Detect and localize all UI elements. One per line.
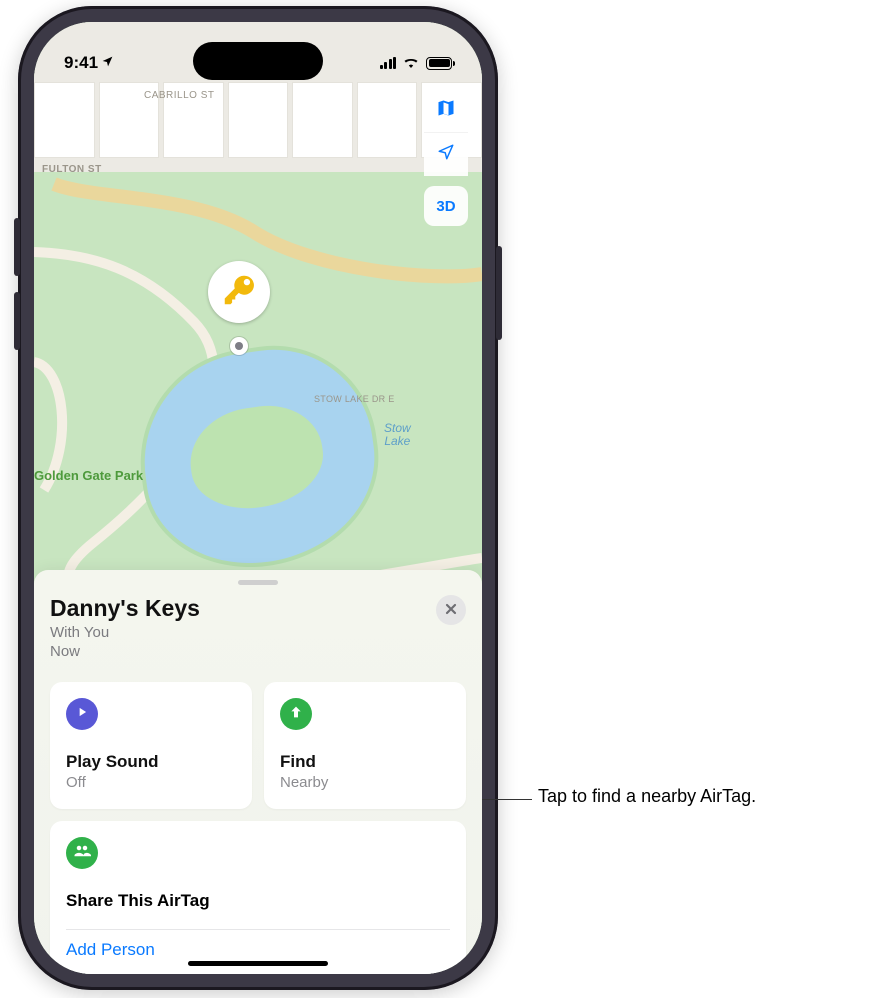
- divider: [66, 929, 450, 930]
- sheet-grabber[interactable]: [238, 580, 278, 585]
- road-label-stow-e: Stow Lake Dr E: [314, 394, 395, 404]
- close-button[interactable]: [436, 595, 466, 625]
- share-airtag-card: Share This AirTag Add Person: [50, 821, 466, 974]
- find-title: Find: [280, 752, 450, 772]
- volume-down-button: [14, 292, 20, 350]
- location-arrow-icon: [437, 143, 455, 166]
- lake-label: Stow Lake: [384, 422, 411, 448]
- map-settings-button[interactable]: [424, 88, 468, 132]
- location-services-icon: [101, 53, 114, 73]
- add-person-button[interactable]: Add Person: [66, 940, 450, 960]
- wifi-icon: [402, 53, 420, 73]
- share-title: Share This AirTag: [66, 891, 450, 911]
- play-icon: [75, 705, 89, 724]
- item-time-line: Now: [50, 643, 200, 660]
- status-time: 9:41: [64, 53, 98, 73]
- cellular-signal-icon: [380, 57, 397, 69]
- item-location-pin[interactable]: [208, 261, 270, 323]
- item-title: Danny's Keys: [50, 595, 200, 622]
- screen: 9:41: [34, 22, 482, 974]
- arrow-up-icon: [288, 704, 304, 725]
- item-detail-sheet[interactable]: Danny's Keys With You Now: [34, 570, 482, 974]
- dynamic-island: [193, 42, 323, 80]
- current-location-button[interactable]: [424, 132, 468, 176]
- home-indicator[interactable]: [188, 961, 328, 966]
- key-icon: [220, 271, 258, 314]
- people-icon: [73, 842, 91, 865]
- item-status-line: With You: [50, 624, 200, 641]
- side-button: [496, 246, 502, 340]
- play-sound-card[interactable]: Play Sound Off: [50, 682, 252, 809]
- iphone-frame: 9:41: [18, 6, 498, 990]
- close-icon: [445, 602, 457, 618]
- callout-text: Tap to find a nearby AirTag.: [538, 786, 756, 807]
- volume-up-button: [14, 218, 20, 276]
- location-dot-icon: [230, 337, 248, 355]
- play-sound-title: Play Sound: [66, 752, 236, 772]
- play-sound-sub: Off: [66, 774, 236, 791]
- 3d-toggle-button[interactable]: 3D: [424, 186, 468, 226]
- battery-icon: [426, 57, 452, 70]
- park-label: Golden Gate Park: [34, 468, 143, 483]
- find-sub: Nearby: [280, 774, 450, 791]
- find-card[interactable]: Find Nearby: [264, 682, 466, 809]
- map-icon: [436, 98, 456, 123]
- 3d-label: 3D: [436, 198, 455, 215]
